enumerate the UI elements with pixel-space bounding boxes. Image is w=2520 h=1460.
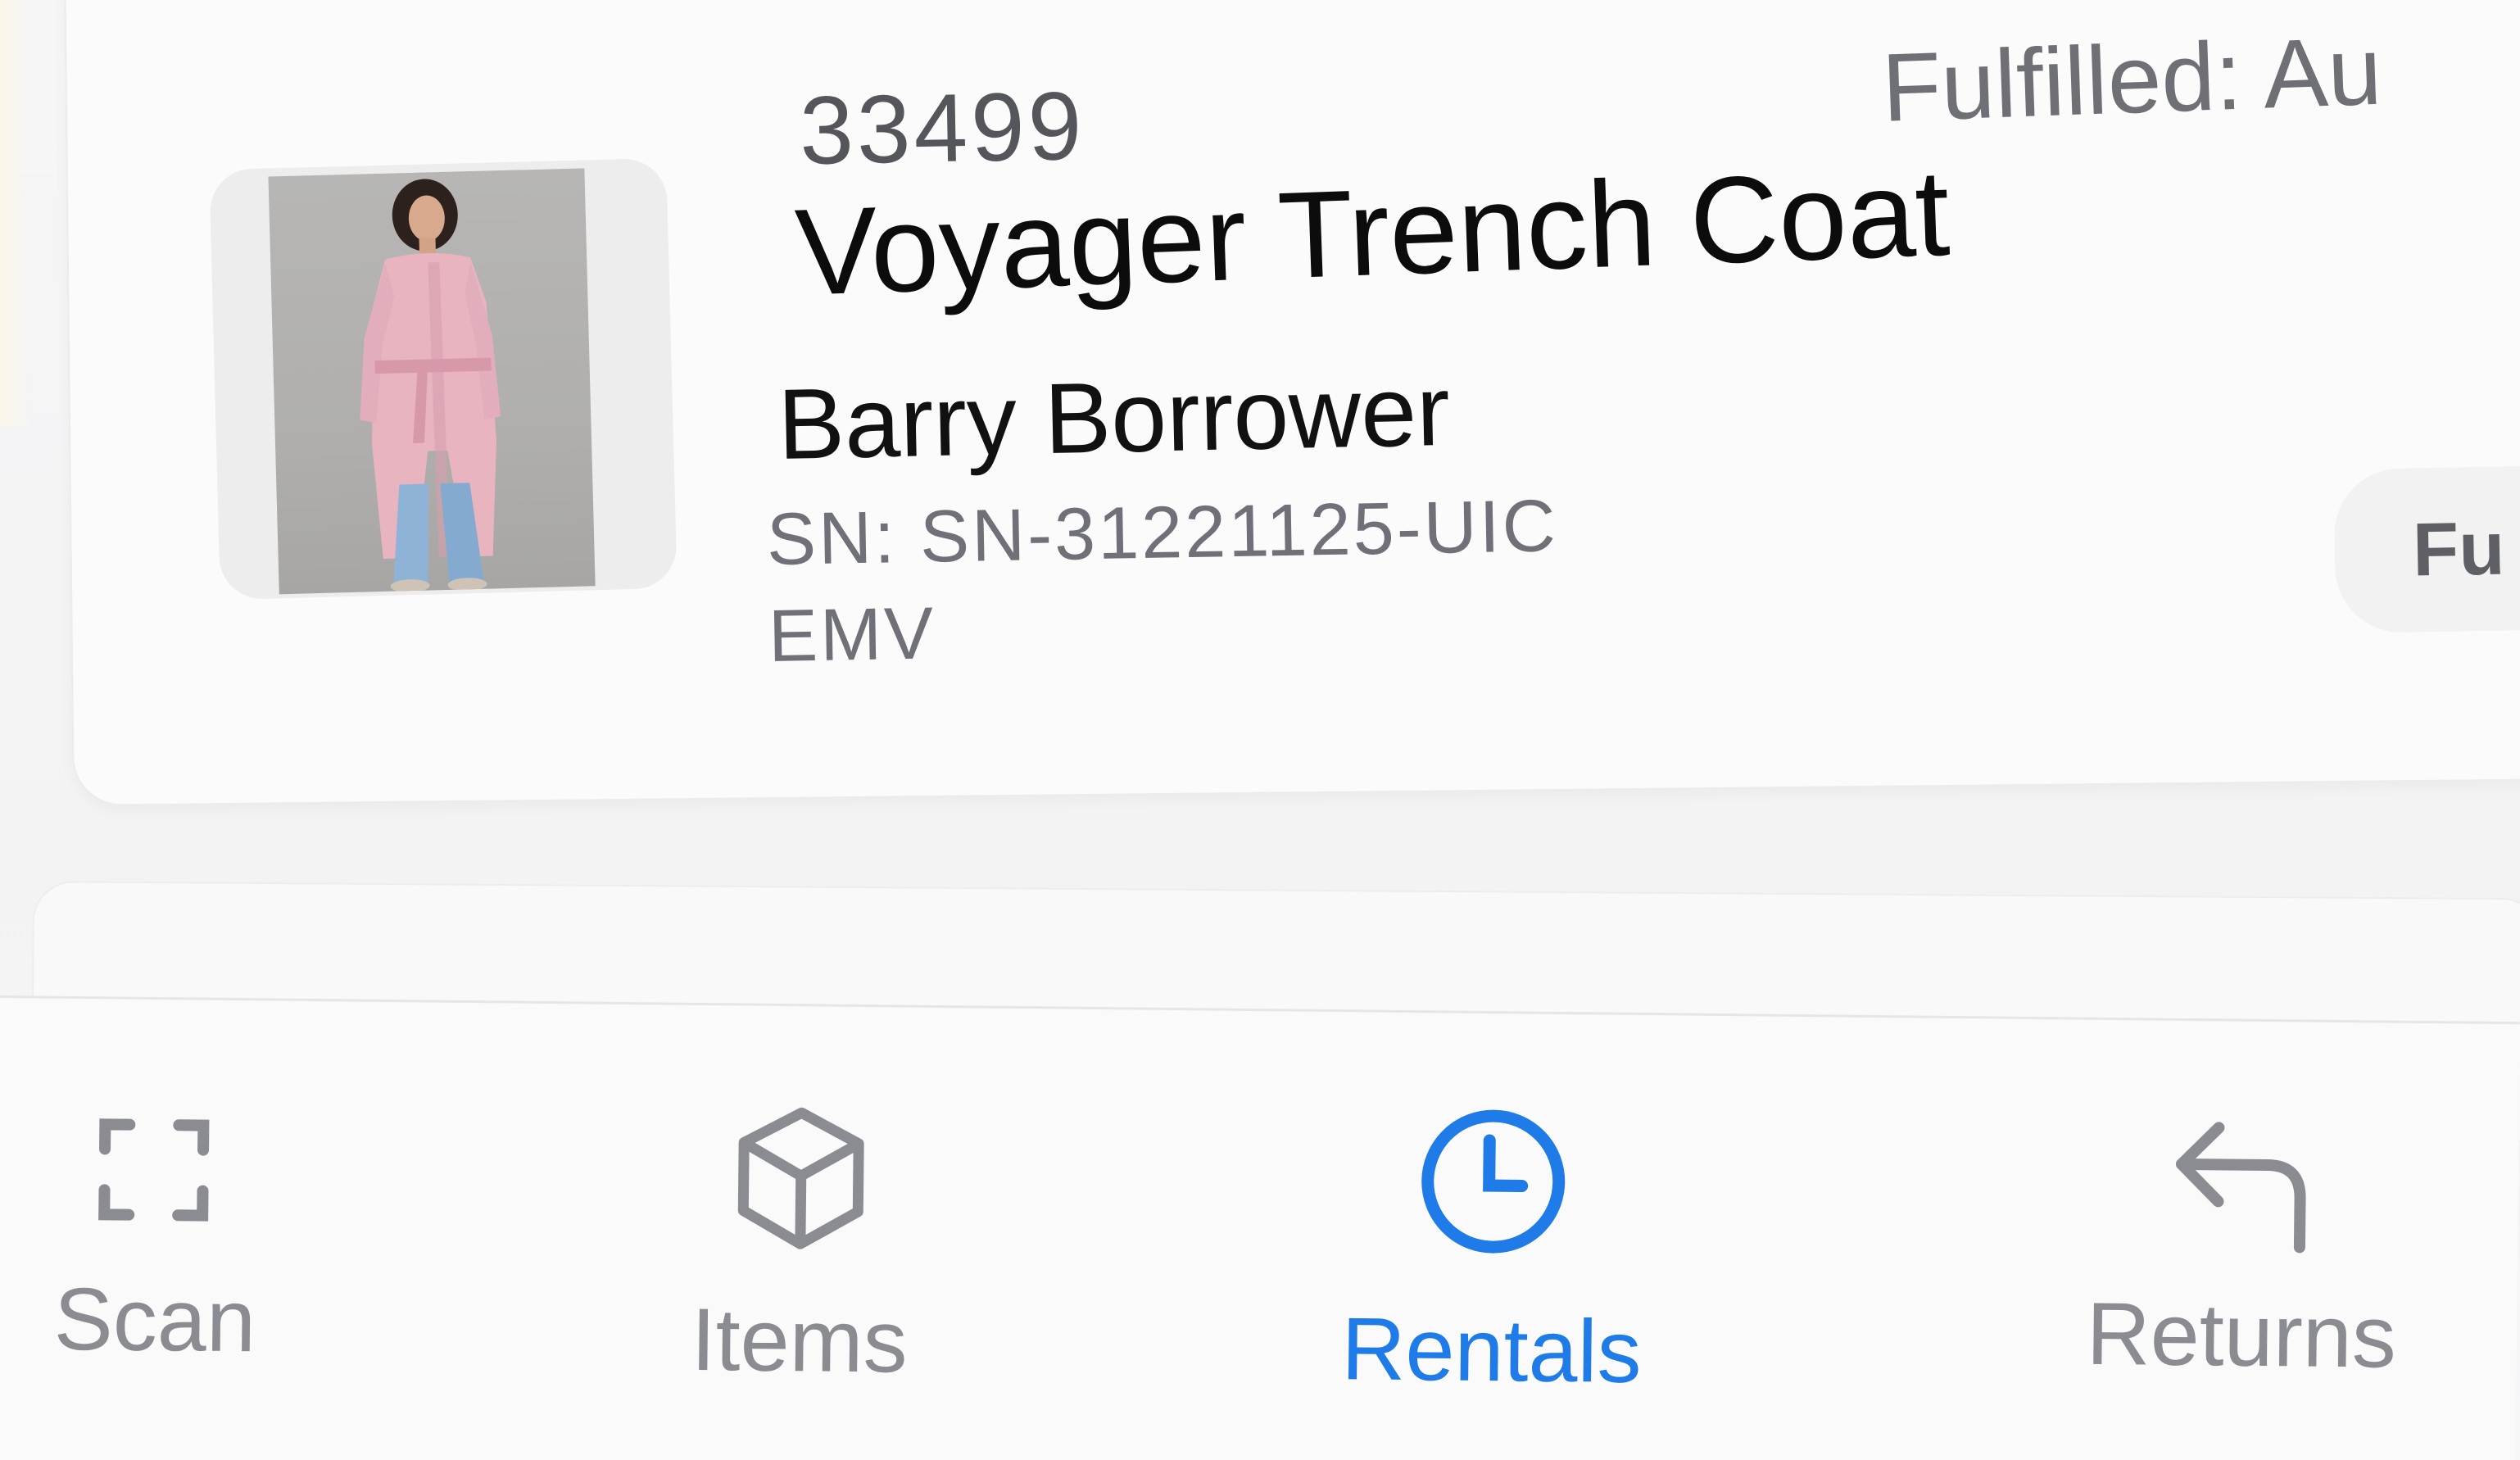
status-badge: Fu [2333, 464, 2520, 634]
tab-scan-label: Scan [53, 1268, 256, 1371]
model-illustration [360, 179, 501, 593]
product-photo [268, 168, 596, 595]
order-number: 33499 [799, 71, 1086, 185]
tab-items[interactable]: Items [676, 1100, 925, 1393]
bottom-tab-bar: Scan Items Rentals Returns [0, 995, 2520, 1460]
tab-scan[interactable]: Scan [53, 1104, 256, 1372]
box-icon [737, 1107, 864, 1249]
clock-icon [1421, 1109, 1566, 1254]
serial-number: SN: SN-31221125-UICEMV [766, 485, 1559, 678]
tab-rentals[interactable]: Rentals [1323, 1102, 1662, 1403]
item-thumbnail [209, 157, 678, 601]
tab-items-label: Items [690, 1289, 909, 1391]
screen: 33499 Fulfilled: Au Voyager Trench Coat … [0, 0, 2520, 1460]
status-badge-label: Fu [2412, 506, 2506, 592]
borrower-name: Barry Borrower [777, 354, 1452, 480]
tab-returns[interactable]: Returns [2069, 1093, 2416, 1387]
fulfilled-date: Fulfilled: Au [1880, 16, 2384, 143]
tab-rentals-label: Rentals [1340, 1299, 1643, 1402]
scan-icon [98, 1118, 210, 1222]
tab-returns-label: Returns [2086, 1283, 2397, 1386]
background-edge [0, 0, 33, 426]
return-arrow-icon [2175, 1122, 2306, 1254]
